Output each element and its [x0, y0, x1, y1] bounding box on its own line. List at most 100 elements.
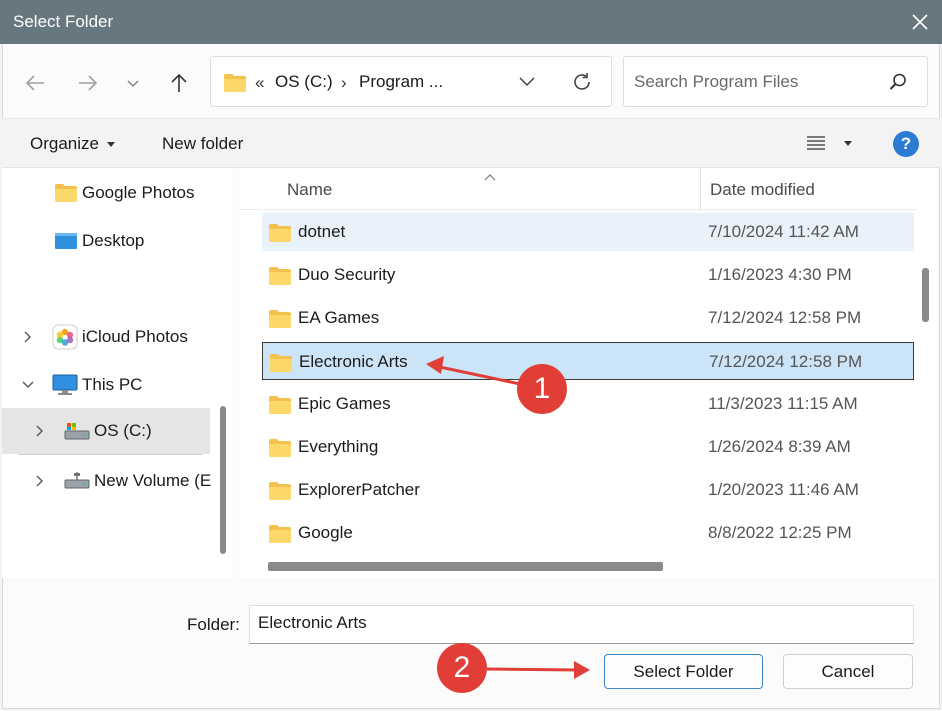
file-row[interactable]: EA Games 7/12/2024 12:58 PM — [262, 299, 914, 337]
sidebar-scrollbar[interactable] — [220, 406, 226, 554]
file-name: ExplorerPatcher — [298, 480, 420, 499]
cancel-button[interactable]: Cancel — [783, 654, 913, 689]
close-button[interactable] — [898, 0, 942, 44]
arrow-right-icon — [79, 75, 98, 91]
file-name: Google — [298, 523, 353, 542]
column-divider[interactable] — [700, 168, 701, 210]
breadcrumb-separator[interactable]: › — [341, 73, 347, 93]
command-bar: Organize New folder ? — [2, 118, 940, 168]
sidebar-item-label: Desktop — [82, 231, 145, 250]
sidebar-item-label: New Volume (E — [94, 471, 212, 490]
folder-icon — [268, 524, 292, 549]
folder-icon — [54, 183, 78, 203]
title-bar: Select Folder — [0, 0, 942, 44]
folder-icon — [223, 73, 247, 98]
breadcrumb-folder[interactable]: Program ... — [359, 72, 443, 92]
sidebar-item-label: Google Photos — [82, 183, 195, 202]
drive-icon — [64, 421, 90, 441]
refresh-button[interactable] — [571, 71, 593, 98]
file-name: EA Games — [298, 308, 380, 327]
select-folder-button[interactable]: Select Folder — [604, 654, 763, 689]
file-date-modified: 7/12/2024 12:58 PM — [709, 352, 863, 371]
folder-icon — [268, 395, 292, 420]
desktop-icon — [54, 231, 78, 251]
recent-locations-button[interactable] — [118, 68, 148, 98]
address-overflow[interactable]: « — [255, 73, 264, 93]
sidebar-item-label: iCloud Photos — [82, 327, 188, 346]
sidebar-item-new-volume[interactable]: New Volume (E — [2, 458, 212, 504]
address-bar[interactable]: « OS (C:) › Program ... — [210, 56, 612, 107]
file-row[interactable]: Epic Games 11/3/2023 11:15 AM — [262, 385, 914, 423]
file-date-modified: 11/3/2023 11:15 AM — [708, 394, 858, 413]
file-date-modified: 7/12/2024 12:58 PM — [708, 308, 862, 327]
file-row[interactable]: Everything 1/26/2024 8:39 AM — [262, 428, 914, 466]
navigation-pane: Google Photos Desktop iCloud Photos This… — [2, 168, 232, 578]
column-header-date[interactable]: Date modified — [710, 180, 815, 200]
sidebar-item-this-pc[interactable]: This PC — [2, 362, 210, 408]
search-input[interactable] — [634, 69, 874, 95]
network-drive-icon — [64, 471, 90, 491]
chevron-down-icon[interactable] — [22, 379, 34, 391]
sidebar-item-os-c[interactable]: OS (C:) — [2, 408, 210, 454]
file-row[interactable]: ExplorerPatcher 1/20/2023 11:46 AM — [262, 471, 914, 509]
sidebar-item-icloud-photos[interactable]: iCloud Photos — [2, 314, 210, 360]
view-options-button[interactable] — [806, 135, 852, 151]
file-date-modified: 1/16/2023 4:30 PM — [708, 265, 852, 284]
file-date-modified: 1/26/2024 8:39 AM — [708, 437, 851, 456]
file-row[interactable]: dotnet 7/10/2024 11:42 AM — [262, 213, 914, 251]
file-name: Duo Security — [298, 265, 396, 284]
close-icon — [912, 14, 928, 30]
search-icon[interactable] — [888, 72, 908, 97]
back-button[interactable] — [20, 68, 50, 98]
sidebar-divider — [18, 454, 202, 455]
list-view-icon — [807, 136, 825, 150]
file-list-horizontal-scrollbar[interactable] — [268, 562, 663, 571]
caret-down-icon — [106, 141, 115, 147]
file-list-vertical-scrollbar[interactable] — [922, 268, 929, 322]
folder-field[interactable]: Electronic Arts — [249, 605, 914, 644]
file-row[interactable]: Duo Security 1/16/2023 4:30 PM — [262, 256, 914, 294]
folder-field-label: Folder: — [187, 615, 240, 634]
refresh-icon — [574, 73, 590, 90]
chevron-right-icon[interactable] — [22, 331, 34, 343]
organize-label: Organize — [30, 134, 99, 153]
annotation-callout-2: 2 — [437, 643, 487, 693]
breadcrumb-drive[interactable]: OS (C:) — [275, 72, 333, 92]
help-button[interactable]: ? — [893, 131, 919, 157]
folder-icon — [268, 266, 292, 291]
chevron-down-icon — [127, 80, 139, 88]
chevron-right-icon[interactable] — [34, 425, 46, 437]
file-name: Everything — [298, 437, 379, 456]
organize-button[interactable]: Organize — [30, 134, 115, 154]
annotation-callout-1: 1 — [517, 364, 567, 414]
sidebar-item-google-photos[interactable]: Google Photos — [2, 170, 210, 216]
chevron-right-icon[interactable] — [34, 475, 46, 487]
file-row[interactable]: Google 8/8/2022 12:25 PM — [262, 514, 914, 552]
forward-button[interactable] — [73, 68, 103, 98]
window-title: Select Folder — [13, 12, 114, 31]
chevron-down-icon — [519, 77, 535, 87]
arrow-up-icon — [171, 73, 187, 92]
monitor-icon — [52, 374, 78, 396]
file-row[interactable]: Electronic Arts 7/12/2024 12:58 PM — [262, 342, 914, 380]
file-date-modified: 1/20/2023 11:46 AM — [708, 480, 859, 499]
file-date-modified: 7/10/2024 11:42 AM — [708, 222, 859, 241]
sidebar-item-label: OS (C:) — [94, 421, 152, 440]
search-box — [623, 56, 928, 107]
address-history-button[interactable] — [517, 75, 537, 94]
sort-ascending-icon — [484, 168, 496, 186]
folder-icon — [268, 438, 292, 463]
up-button[interactable] — [164, 68, 194, 98]
new-folder-button[interactable]: New folder — [162, 134, 243, 154]
column-header-row: Name Date modified — [240, 168, 916, 210]
file-name: Epic Games — [298, 394, 391, 413]
sidebar-item-desktop[interactable]: Desktop — [2, 218, 210, 264]
icloud-photos-icon — [52, 324, 78, 350]
file-name: dotnet — [298, 222, 346, 241]
folder-icon — [268, 309, 292, 334]
file-date-modified: 8/8/2022 12:25 PM — [708, 523, 852, 542]
file-name: Electronic Arts — [299, 352, 408, 371]
column-header-name[interactable]: Name — [287, 180, 332, 200]
arrow-left-icon — [25, 75, 44, 91]
sidebar-item-label: This PC — [82, 375, 143, 394]
